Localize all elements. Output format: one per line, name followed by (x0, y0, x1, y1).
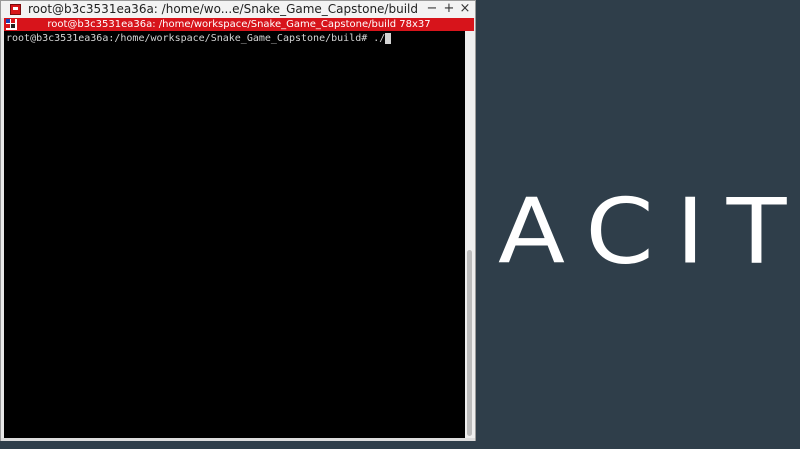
wallpaper-wordmark: ACIT (498, 179, 800, 285)
close-button[interactable]: × (458, 1, 472, 17)
maximize-button[interactable]: + (442, 1, 456, 17)
xterm-title-bar: root@b3c3531ea36a: /home/workspace/Snake… (4, 18, 474, 31)
minimize-button[interactable]: − (425, 1, 439, 17)
terminal-prompt-line: root@b3c3531ea36a:/home/workspace/Snake_… (6, 33, 392, 45)
scrollbar-thumb[interactable] (467, 250, 472, 436)
terminal-app-icon[interactable] (10, 4, 21, 15)
window-title: root@b3c3531ea36a: /home/wo...e/Snake_Ga… (28, 2, 418, 16)
terminal-window[interactable]: root@b3c3531ea36a: /home/wo...e/Snake_Ga… (0, 0, 476, 441)
xterm-title: root@b3c3531ea36a: /home/workspace/Snake… (47, 19, 431, 30)
window-bottom-border (1, 438, 475, 441)
xterm-grid-icon[interactable] (6, 19, 17, 30)
terminal-scrollbar[interactable] (465, 31, 475, 438)
terminal-screen[interactable]: root@b3c3531ea36a:/home/workspace/Snake_… (4, 31, 465, 438)
window-titlebar[interactable]: root@b3c3531ea36a: /home/wo...e/Snake_Ga… (1, 1, 475, 18)
prompt-text: root@b3c3531ea36a:/home/workspace/Snake_… (6, 33, 386, 44)
text-cursor (385, 33, 392, 44)
